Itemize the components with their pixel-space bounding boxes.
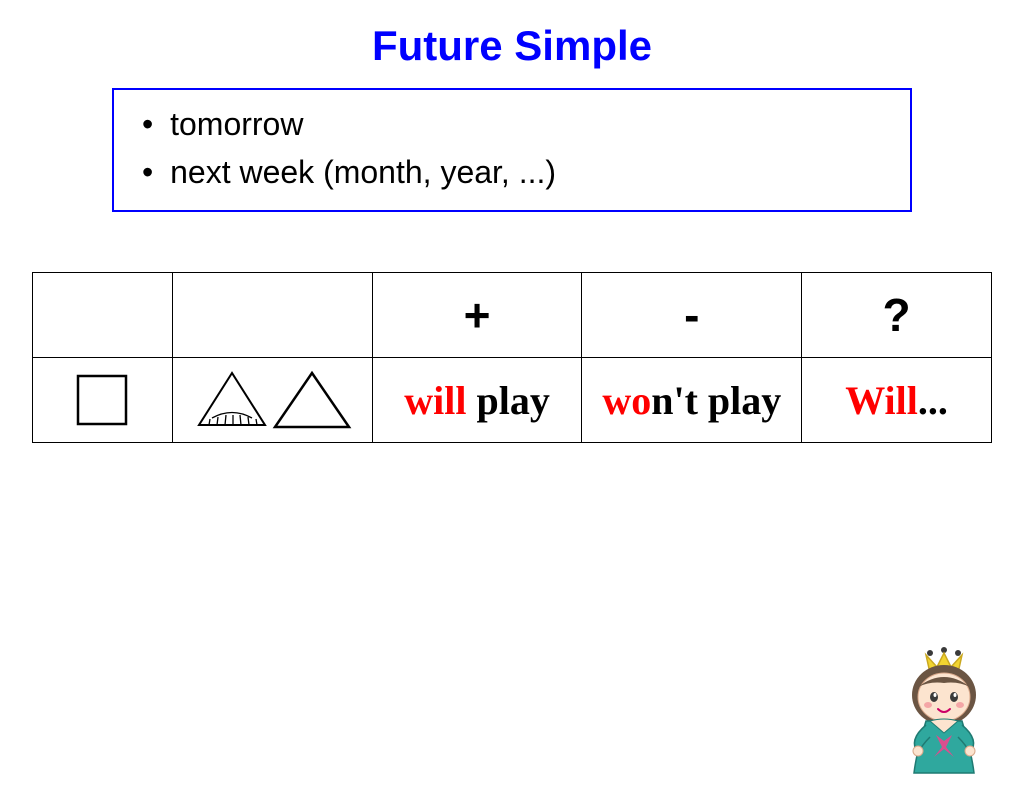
affirmative-cell: will play	[372, 358, 582, 443]
empty-header	[33, 273, 173, 358]
table-header-row: + - ?	[33, 273, 992, 358]
bullet-item: next week (month, year, ...)	[134, 148, 890, 196]
aux-verb: Will	[845, 378, 918, 423]
main-verb: n't play	[651, 378, 781, 423]
square-icon	[72, 370, 132, 430]
princess-character-icon	[896, 645, 1006, 775]
question-cell: Will...	[802, 358, 992, 443]
shape-cell-square	[33, 358, 173, 443]
page-title: Future Simple	[0, 22, 1024, 70]
time-markers-box: tomorrow next week (month, year, ...)	[112, 88, 912, 212]
bullet-item: tomorrow	[134, 100, 890, 148]
empty-header	[172, 273, 372, 358]
affirmative-header: +	[372, 273, 582, 358]
aux-verb: will	[404, 378, 466, 423]
aux-verb: wo	[602, 378, 651, 423]
ellipsis: ...	[918, 378, 948, 423]
triangles-icon	[187, 365, 357, 435]
negative-header: -	[582, 273, 802, 358]
shape-cell-triangles	[172, 358, 372, 443]
negative-cell: won't play	[582, 358, 802, 443]
table-row: will play won't play Will...	[33, 358, 992, 443]
main-verb: play	[467, 378, 550, 423]
question-header: ?	[802, 273, 992, 358]
grammar-table: + - ?	[32, 272, 992, 443]
